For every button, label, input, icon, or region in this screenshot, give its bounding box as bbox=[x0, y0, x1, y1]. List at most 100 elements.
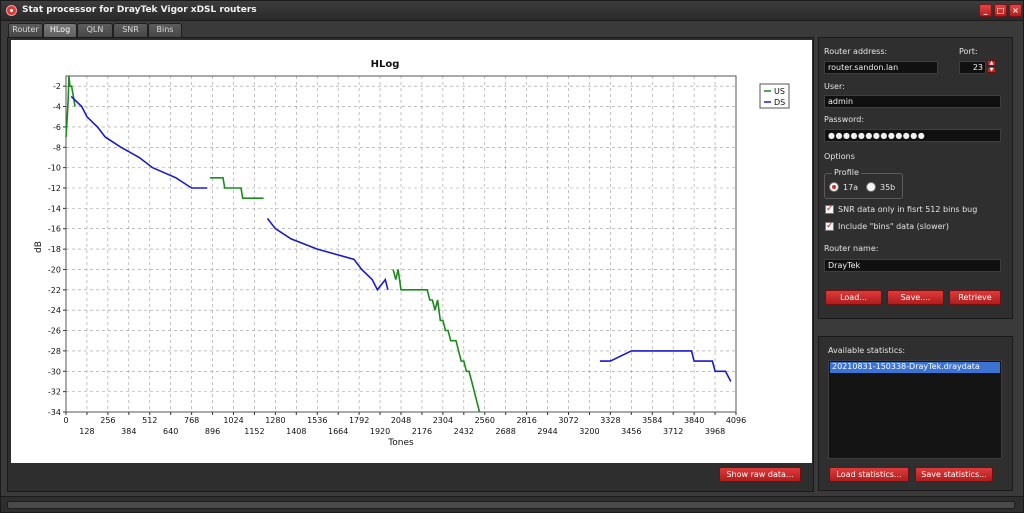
x-tick-label: 2048 bbox=[391, 416, 411, 425]
x-axis-label: Tones bbox=[387, 438, 414, 448]
load-button[interactable]: Load... bbox=[825, 290, 882, 305]
x-tick-label: 3328 bbox=[600, 416, 620, 425]
y-tick-label: -2 bbox=[53, 82, 61, 91]
profile-35b-radio[interactable] bbox=[866, 182, 876, 192]
router-name-field[interactable]: DrayTek bbox=[824, 259, 1001, 272]
port-down-icon[interactable]: ▼ bbox=[987, 67, 996, 73]
x-tick-label: 2176 bbox=[412, 427, 432, 436]
y-tick-label: -26 bbox=[48, 327, 61, 336]
y-tick-label: -4 bbox=[53, 103, 61, 112]
x-tick-label: 1408 bbox=[286, 427, 306, 436]
profile-17a-radio[interactable] bbox=[829, 182, 839, 192]
y-tick-label: -12 bbox=[48, 184, 61, 193]
y-tick-label: -16 bbox=[48, 225, 61, 234]
y-tick-label: -10 bbox=[48, 164, 61, 173]
x-tick-label: 1792 bbox=[349, 416, 369, 425]
y-tick-label: -28 bbox=[48, 347, 61, 356]
hlog-chart: -2 -4 -6 -8 -10 -12 -14 -16 -18 -20 -22 -24 -26 -28 -3… bbox=[11, 40, 812, 463]
router-name-label: Router name: bbox=[824, 244, 879, 253]
port-up-icon[interactable]: ▲ bbox=[987, 60, 996, 66]
x-tick-label: 3712 bbox=[663, 427, 683, 436]
y-tick-label: -6 bbox=[53, 123, 61, 132]
y-tick-label: -18 bbox=[48, 245, 61, 254]
x-tick-label: 2304 bbox=[433, 416, 453, 425]
y-tick-label: -22 bbox=[48, 286, 61, 295]
port-label: Port: bbox=[959, 47, 978, 56]
y-tick-label: -14 bbox=[48, 204, 61, 213]
x-tick-label: 512 bbox=[142, 416, 157, 425]
x-tick-label: 768 bbox=[184, 416, 199, 425]
y-tick-label: -34 bbox=[48, 408, 61, 417]
profile-17a-label: 17a bbox=[843, 183, 859, 192]
options-label: Options bbox=[824, 152, 855, 161]
x-tick-label: 1152 bbox=[244, 427, 264, 436]
tab-bins[interactable]: Bins bbox=[148, 23, 182, 37]
x-tick-label: 3456 bbox=[621, 427, 641, 436]
x-tick-label: 2432 bbox=[454, 427, 474, 436]
x-tick-label: 1664 bbox=[328, 427, 348, 436]
router-address-label: Router address: bbox=[824, 47, 888, 56]
y-tick-label: -30 bbox=[48, 367, 61, 376]
x-tick-label: 3840 bbox=[684, 416, 704, 425]
y-tick-label: -32 bbox=[48, 388, 61, 397]
x-tick-label: 1280 bbox=[265, 416, 285, 425]
save-statistics-button[interactable]: Save statistics... bbox=[915, 467, 993, 482]
snr-bug-checkbox[interactable] bbox=[825, 204, 834, 214]
chart-title: HLog bbox=[371, 59, 400, 70]
password-field[interactable]: ●●●●●●●●●●●●● bbox=[824, 129, 1001, 142]
x-tick-label: 128 bbox=[79, 427, 94, 436]
profile-label: Profile bbox=[832, 168, 861, 177]
legend-label-ds: DS bbox=[774, 98, 785, 107]
y-axis-label: dB bbox=[34, 241, 44, 253]
list-item[interactable]: 20210831-150338-DrayTek.draydata bbox=[830, 362, 1000, 373]
horizontal-scrollbar[interactable] bbox=[7, 501, 1015, 509]
include-bins-checkbox[interactable] bbox=[825, 221, 834, 231]
x-tick-label: 2688 bbox=[496, 427, 516, 436]
hlog-chart-svg: -2 -4 -6 -8 -10 -12 -14 -16 -18 -20 -22 -24 -26 -28 -3… bbox=[34, 59, 790, 448]
tab-router[interactable]: Router bbox=[8, 23, 43, 37]
tab-qln[interactable]: QLN bbox=[77, 23, 113, 37]
x-tick-label: 640 bbox=[163, 427, 178, 436]
show-raw-data-button[interactable]: Show raw data... bbox=[719, 467, 801, 482]
chart-panel: -2 -4 -6 -8 -10 -12 -14 -16 -18 -20 -22 -24 -26 -28 -3… bbox=[7, 37, 814, 492]
x-tick-label: 4096 bbox=[726, 416, 746, 425]
y-tick-label: -24 bbox=[48, 306, 61, 315]
statistics-list[interactable]: 20210831-150338-DrayTek.draydata bbox=[828, 360, 1002, 459]
app-window: Stat processor for DrayTek Vigor xDSL ro… bbox=[0, 0, 1024, 513]
router-address-field[interactable]: router.sandon.lan bbox=[824, 61, 938, 74]
x-tick-label: 3200 bbox=[579, 427, 599, 436]
x-tick-label: 384 bbox=[121, 427, 136, 436]
user-field[interactable]: admin bbox=[824, 95, 1001, 108]
load-statistics-button[interactable]: Load statistics... bbox=[829, 467, 909, 482]
save-button[interactable]: Save.... bbox=[887, 290, 944, 305]
maximize-button[interactable]: □ bbox=[994, 4, 1007, 17]
x-tick-label: 2816 bbox=[516, 416, 536, 425]
series-line-us bbox=[392, 269, 481, 413]
include-bins-label: Include "bins" data (slower) bbox=[838, 222, 949, 231]
legend-label-us: US bbox=[774, 87, 785, 96]
series-line-ds bbox=[599, 350, 732, 382]
chart-legend: US DS bbox=[759, 83, 790, 109]
close-button[interactable]: × bbox=[1009, 4, 1022, 17]
window-title: Stat processor for DrayTek Vigor xDSL ro… bbox=[22, 5, 257, 15]
x-tick-label: 1536 bbox=[307, 416, 327, 425]
x-tick-label: 896 bbox=[205, 427, 220, 436]
available-statistics-label: Available statistics: bbox=[828, 346, 906, 355]
minimize-button[interactable]: _ bbox=[979, 4, 992, 17]
x-tick-label: 1024 bbox=[223, 416, 243, 425]
x-tick-label: 3968 bbox=[705, 427, 725, 436]
y-tick-label: -8 bbox=[53, 143, 61, 152]
tab-hlog[interactable]: HLog bbox=[43, 23, 77, 38]
app-logo-icon bbox=[6, 5, 17, 16]
profile-35b-label: 35b bbox=[880, 183, 896, 192]
x-tick-label: 1920 bbox=[370, 427, 390, 436]
tab-snr[interactable]: SNR bbox=[113, 23, 148, 37]
x-tick-label: 256 bbox=[100, 416, 115, 425]
snr-bug-label: SNR data only in fisrt 512 bins bug bbox=[838, 205, 978, 214]
retrieve-button[interactable]: Retrieve bbox=[949, 290, 1001, 305]
router-panel: Router address: Port: router.sandon.lan … bbox=[818, 37, 1013, 319]
port-field[interactable]: 23 bbox=[959, 61, 986, 74]
statistics-panel: Available statistics: 20210831-150338-Dr… bbox=[818, 336, 1013, 491]
series-line-ds bbox=[70, 95, 208, 189]
user-label: User: bbox=[824, 82, 845, 91]
